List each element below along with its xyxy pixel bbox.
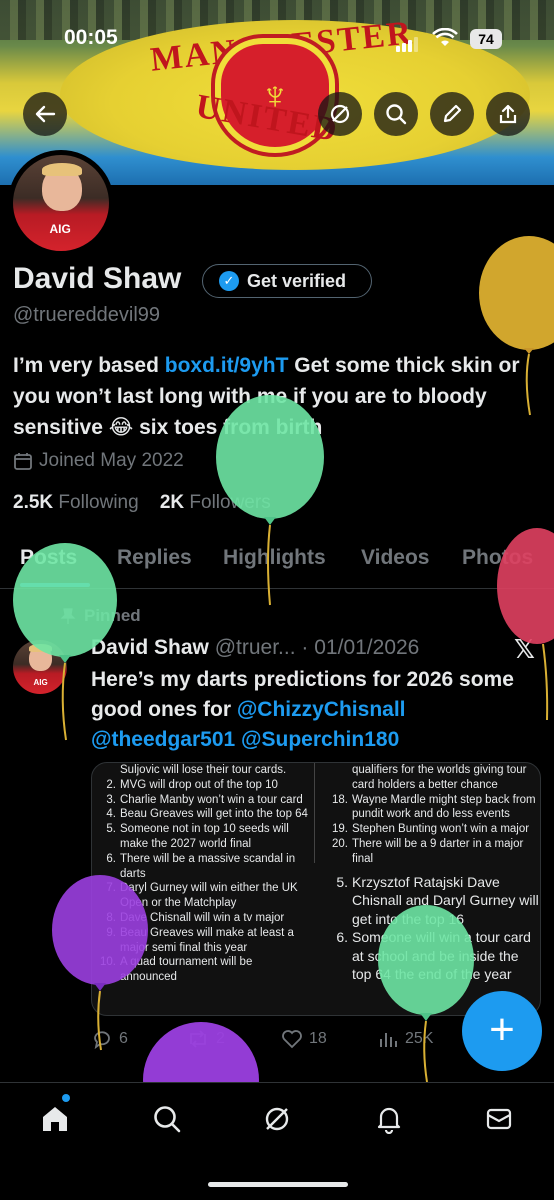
nav-notifications[interactable] <box>371 1101 407 1137</box>
nav-messages[interactable] <box>481 1101 517 1137</box>
nav-search[interactable] <box>149 1101 185 1137</box>
bell-icon <box>377 1107 401 1134</box>
mail-icon <box>486 1108 512 1130</box>
nav-home[interactable] <box>37 1101 73 1137</box>
balloon-icon <box>479 236 554 416</box>
home-indicator <box>208 1182 348 1187</box>
balloon-icon <box>497 528 554 721</box>
balloon-icon <box>13 543 117 741</box>
nav-grok[interactable] <box>259 1101 295 1137</box>
balloon-icon <box>378 905 474 1083</box>
compose-post-button[interactable]: + <box>462 991 542 1071</box>
grok-icon <box>265 1107 289 1131</box>
search-icon <box>154 1106 181 1133</box>
balloon-icon <box>52 875 148 1051</box>
notification-dot <box>62 1094 70 1102</box>
home-icon <box>43 1107 67 1131</box>
balloon-icon <box>216 395 324 606</box>
